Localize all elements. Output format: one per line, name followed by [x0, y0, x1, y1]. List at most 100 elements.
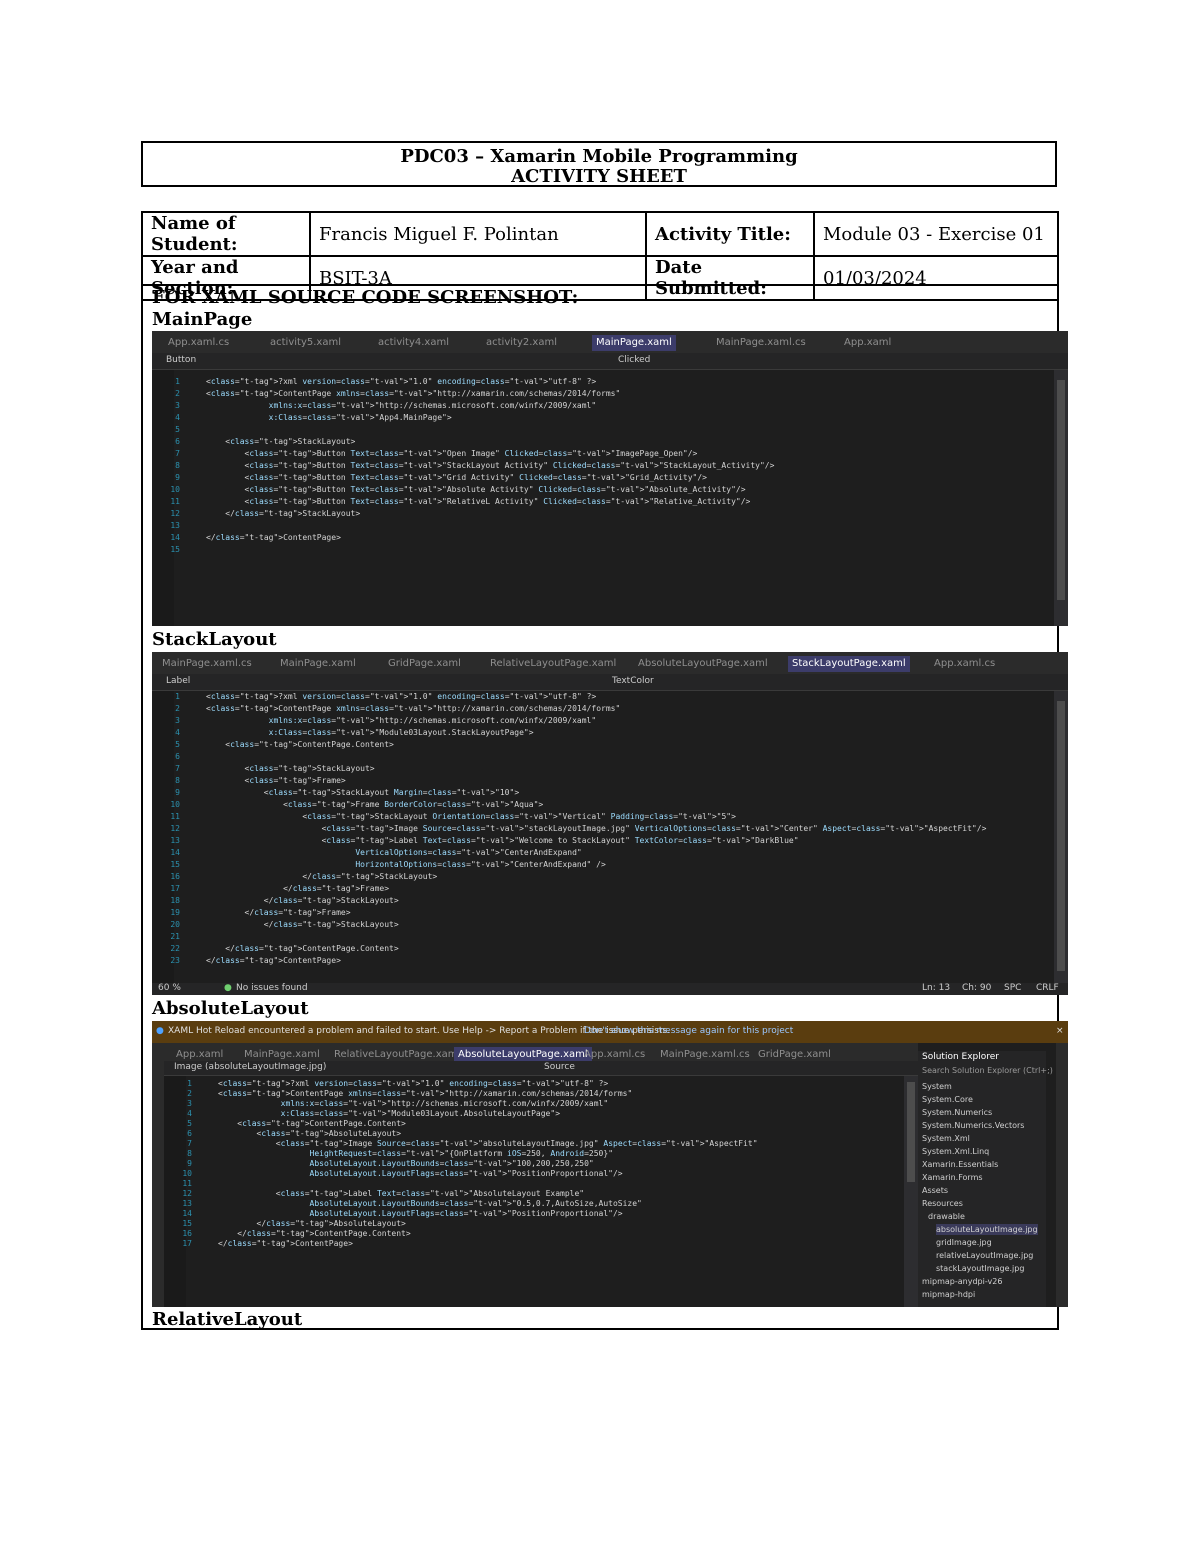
code-line: <class="t-tag">Frame BorderColor=class="… [206, 800, 544, 809]
line-number: 17 [170, 884, 180, 893]
code-line: x:Class=class="t-val">"App4.MainPage"> [268, 413, 452, 422]
tab-app-xaml-cs[interactable]: App.xaml.cs [168, 336, 229, 350]
tab-absolutelayoutpage-xaml[interactable]: AbsoluteLayoutPage.xaml [638, 657, 768, 671]
tab-mainpage-xaml-cs[interactable]: MainPage.xaml.cs [716, 336, 806, 350]
code-line: <class="t-tag">Label Text=class="t-val">… [206, 836, 799, 845]
vertical-scrollbar[interactable] [1054, 370, 1068, 626]
solution-item[interactable]: stackLayoutImage.jpg [936, 1263, 1024, 1274]
line-number: 9 [175, 788, 180, 797]
solution-item[interactable]: drawable [928, 1211, 965, 1222]
solution-item[interactable]: System.Numerics [922, 1107, 992, 1118]
tab-mainpage-xaml[interactable]: MainPage.xaml [592, 335, 676, 351]
solution-item[interactable]: System [922, 1081, 952, 1092]
code-editor[interactable]: 1 <class="t-tag">?xml version=class="t-va… [182, 1078, 904, 1307]
line-number: 7 [175, 764, 180, 773]
tab-gridpage-xaml[interactable]: GridPage.xaml [758, 1048, 831, 1062]
solution-search-input[interactable]: Search Solution Explorer (Ctrl+;) [922, 1065, 1053, 1076]
header-box: PDC03 – Xamarin Mobile Programming ACTIV… [141, 141, 1057, 187]
solution-item[interactable]: Xamarin.Forms [922, 1172, 983, 1183]
code-line: <class="t-tag">Button Text=class="t-val"… [206, 485, 746, 494]
code-line: <class="t-tag">Image Source=class="t-val… [206, 824, 987, 833]
nav-member-dropdown[interactable]: Source [544, 1062, 575, 1072]
tab-activity5-xaml[interactable]: activity5.xaml [270, 336, 341, 350]
nav-element-dropdown[interactable]: Label [166, 676, 190, 686]
solution-item[interactable]: Resources [922, 1198, 963, 1209]
spacing-indicator[interactable]: SPC [1004, 983, 1021, 993]
tab-activity2-xaml[interactable]: activity2.xaml [486, 336, 557, 350]
line-number: 8 [175, 461, 180, 470]
line-indicator: Ln: 13 [922, 983, 951, 993]
solution-item[interactable]: mipmap-hdpi [922, 1289, 975, 1300]
check-icon: ● [224, 983, 232, 993]
code-line: <class="t-tag">StackLayout Margin=class=… [206, 788, 520, 797]
solution-item[interactable]: mipmap-anydpi-v26 [922, 1276, 1002, 1287]
tab-mainpage-xaml-cs[interactable]: MainPage.xaml.cs [162, 657, 252, 671]
nav-member-dropdown[interactable]: TextColor [612, 676, 654, 686]
vertical-scrollbar[interactable] [1054, 691, 1068, 983]
line-number: 3 [175, 716, 180, 725]
tab-stacklayoutpage-xaml[interactable]: StackLayoutPage.xaml [788, 656, 910, 672]
code-editor[interactable]: 1 <class="t-tag">?xml version=class="t-va… [170, 376, 1054, 626]
code-line: VerticalOptions=class="t-val">"CenterAnd… [355, 848, 582, 857]
tab-gridpage-xaml[interactable]: GridPage.xaml [388, 657, 461, 671]
navigation-bar: Image (absoluteLayoutImage.jpg) Source [164, 1061, 918, 1076]
section-heading: FOR XAML SOURCE CODE SCREENSHOT: [152, 287, 579, 308]
solution-item[interactable]: Assets [922, 1185, 948, 1196]
info-icon: ● [156, 1026, 164, 1036]
solution-item[interactable]: System.Core [922, 1094, 973, 1105]
table-row: Name of Student: Francis Miguel F. Polin… [141, 211, 1059, 257]
line-number: 8 [175, 776, 180, 785]
code-line: </class="t-tag">ContentPage> [218, 1239, 353, 1248]
vertical-scrollbar[interactable] [904, 1076, 918, 1307]
tab-mainpage-xaml[interactable]: MainPage.xaml [244, 1048, 320, 1062]
status-bar: 60 % ● No issues found Ln: 13 Ch: 90 SPC… [152, 983, 1068, 995]
name-label: Name of Student: [141, 211, 311, 257]
tab-app-xaml-cs[interactable]: App.xaml.cs [934, 657, 995, 671]
dont-show-link[interactable]: Don't show this message again for this p… [584, 1026, 793, 1036]
code-line: AbsoluteLayout.LayoutFlags=class="t-val"… [309, 1169, 623, 1178]
line-number: 18 [170, 896, 180, 905]
solution-item[interactable]: System.Xml.Linq [922, 1146, 989, 1157]
solution-item[interactable]: relativeLayoutImage.jpg [936, 1250, 1033, 1261]
line-number: 5 [175, 425, 180, 434]
issues-status[interactable]: No issues found [236, 983, 308, 993]
code-line: <class="t-tag">ContentPage xmlns=class="… [206, 704, 621, 713]
solution-item[interactable]: System.Numerics.Vectors [922, 1120, 1024, 1131]
code-line: </class="t-tag">ContentPage> [206, 956, 341, 965]
solution-item[interactable]: Xamarin.Essentials [922, 1159, 998, 1170]
code-line: <class="t-tag">Button Text=class="t-val"… [206, 497, 751, 506]
tab-mainpage-xaml[interactable]: MainPage.xaml [280, 657, 356, 671]
zoom-level[interactable]: 60 % [158, 983, 181, 993]
tab-relativelayoutpage-xaml[interactable]: RelativeLayoutPage.xaml [490, 657, 616, 671]
line-number: 3 [175, 401, 180, 410]
tab-app-xaml[interactable]: App.xaml [176, 1048, 223, 1062]
stacklayout-title: StackLayout [152, 629, 277, 650]
nav-element-dropdown[interactable]: Image (absoluteLayoutImage.jpg) [174, 1062, 326, 1072]
tab-activity4-xaml[interactable]: activity4.xaml [378, 336, 449, 350]
right-tool-strip[interactable] [1056, 1043, 1068, 1307]
nav-member-dropdown[interactable]: Clicked [618, 355, 650, 365]
tab-app-xaml[interactable]: App.xaml [844, 336, 891, 350]
line-number: 1 [175, 377, 180, 386]
nav-element-dropdown[interactable]: Button [166, 355, 196, 365]
solution-item[interactable]: absoluteLayoutImage.jpg [936, 1224, 1038, 1235]
line-number: 5 [175, 740, 180, 749]
char-indicator: Ch: 90 [962, 983, 992, 993]
code-line: </class="t-tag">ContentPage> [206, 533, 341, 542]
solution-item[interactable]: gridImage.jpg [936, 1237, 992, 1248]
code-editor[interactable]: 1 <class="t-tag">?xml version=class="t-va… [170, 691, 1054, 983]
code-line: <class="t-tag">Button Text=class="t-val"… [206, 461, 775, 470]
line-number: 13 [170, 836, 180, 845]
line-number: 10 [170, 485, 180, 494]
code-line: </class="t-tag">Frame> [206, 908, 351, 917]
tab-mainpage-xaml-cs[interactable]: MainPage.xaml.cs [660, 1048, 750, 1062]
line-number: 22 [170, 944, 180, 953]
close-icon[interactable]: × [1056, 1026, 1064, 1036]
line-ending-indicator[interactable]: CRLF [1036, 983, 1059, 993]
line-number: 19 [170, 908, 180, 917]
line-number: 11 [170, 812, 180, 821]
solution-item[interactable]: System.Xml [922, 1133, 970, 1144]
tab-relativelayoutpage-xaml[interactable]: RelativeLayoutPage.xaml [334, 1048, 460, 1062]
tab-app-xaml-cs[interactable]: App.xaml.cs [584, 1048, 645, 1062]
relativelayout-title: RelativeLayout [152, 1309, 303, 1330]
